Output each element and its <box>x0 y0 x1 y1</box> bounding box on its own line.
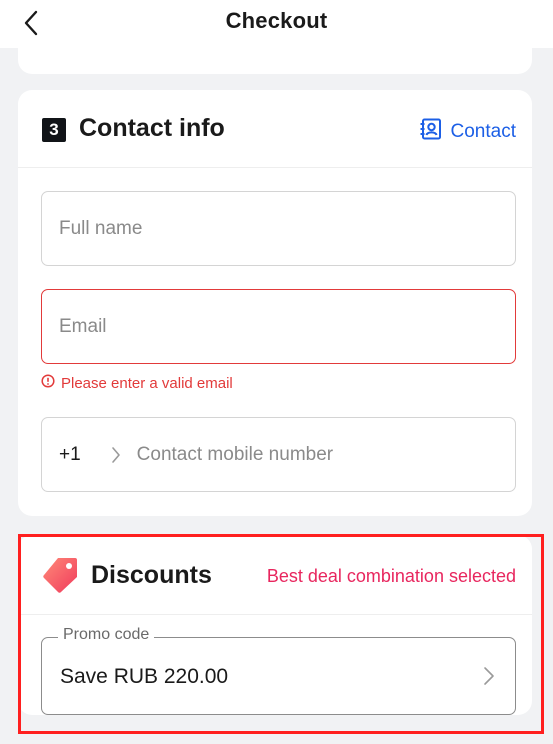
page-title: Checkout <box>225 8 328 33</box>
promo-code-value: Save RUB 220.00 <box>60 665 229 688</box>
contact-info-card: 3 Contact info Contact Full name Email P… <box>18 90 532 516</box>
chevron-right-icon <box>483 666 495 691</box>
email-error-text: Please enter a valid email <box>61 374 233 392</box>
error-icon <box>41 374 55 392</box>
email-field[interactable]: Email <box>41 289 516 364</box>
discounts-header: Discounts Best deal combination selected <box>18 535 532 615</box>
chevron-right-icon <box>111 446 121 464</box>
contact-info-title: Contact info <box>79 114 225 142</box>
previous-section-card <box>18 40 532 74</box>
phone-field[interactable]: +1 Contact mobile number <box>41 417 516 492</box>
country-code[interactable]: +1 <box>59 444 81 466</box>
phone-placeholder: Contact mobile number <box>136 443 334 465</box>
promo-code-label: Promo code <box>58 626 155 644</box>
discounts-title: Discounts <box>91 561 212 589</box>
full-name-placeholder: Full name <box>59 217 143 239</box>
best-deal-status: Best deal combination selected <box>266 566 516 586</box>
email-error-message: Please enter a valid email <box>41 374 233 392</box>
price-tag-icon <box>42 555 80 593</box>
email-placeholder: Email <box>59 315 107 337</box>
contact-picker-button[interactable]: Contact <box>419 117 516 147</box>
discounts-card: Discounts Best deal combination selected… <box>18 535 532 715</box>
full-name-field[interactable]: Full name <box>41 191 516 266</box>
address-book-icon <box>419 117 443 147</box>
step-badge: 3 <box>42 118 66 142</box>
contact-info-header: 3 Contact info Contact <box>18 90 532 168</box>
contact-link-label: Contact <box>450 121 516 142</box>
promo-code-field[interactable]: Promo code Save RUB 220.00 <box>41 626 516 715</box>
